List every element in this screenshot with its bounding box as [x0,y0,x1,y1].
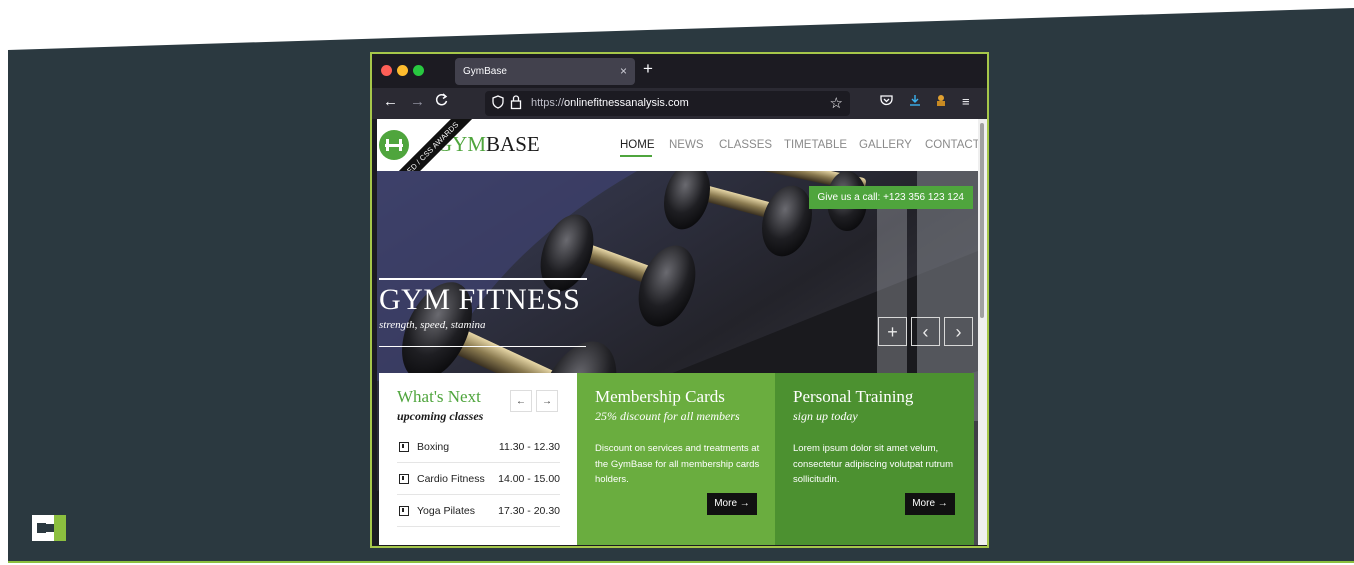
slider-plus-button[interactable]: + [878,317,907,346]
tab-gymbase[interactable]: GymBase × [455,58,635,85]
classes-next-button[interactable]: → [536,390,558,412]
membership-title: Membership Cards [595,387,725,406]
nav-contact[interactable]: CONTACT [925,139,978,151]
class-time: 17.30 - 20.30 [498,505,560,517]
close-window-button[interactable] [381,65,392,76]
reload-icon[interactable] [435,93,448,111]
page-scrollbar[interactable] [978,119,987,545]
membership-text: Discount on services and treatments at t… [595,443,760,485]
menu-hamburger-icon[interactable]: ≡ [962,94,970,109]
dumbbell-logo-icon[interactable] [379,130,409,160]
url-bar[interactable]: https://onlinefitnessanalysis.com ☆ [485,91,850,116]
new-tab-button[interactable]: + [643,59,653,79]
back-arrow-icon[interactable]: ← [383,93,398,110]
nav-classes[interactable]: CLASSES [719,139,772,151]
training-text: Lorem ipsum dolor sit amet velum, consec… [793,443,953,485]
slider-prev-button[interactable]: ‹ [911,317,940,346]
navigation-bar: ← → https://onlinefitnessanalysis.com ☆ … [372,88,987,119]
hero-top-rule [379,278,587,280]
tab-close-icon[interactable]: × [620,64,627,78]
class-time: 11.30 - 12.30 [498,441,560,453]
extension-icon[interactable] [935,94,947,110]
membership-subtitle: 25% discount for all members [595,409,740,423]
url-text: https://onlinefitnessanalysis.com [531,97,689,109]
classes-prev-button[interactable]: ← [510,390,532,412]
site-header: GYMBASE FEATURED / CSS AWARDS HOME NEWS … [377,119,978,217]
download-icon[interactable] [909,94,921,110]
membership-box: Membership Cards 25% discount for all me… [577,373,775,545]
hero-bottom-rule [379,346,586,347]
nav-timetable[interactable]: TIMETABLE [784,139,847,151]
training-more-button[interactable]: More → [905,493,955,515]
lock-icon[interactable] [510,94,522,115]
whats-next-box: What's Next upcoming classes ← → Boxing … [379,373,577,545]
clock-icon [399,474,409,484]
training-box: Personal Training sign up today Lorem ip… [775,373,974,545]
active-nav-underline [620,155,652,157]
bottom-accent-line [8,561,1354,563]
tracking-shield-icon[interactable] [492,95,504,112]
nav-home[interactable]: HOME [620,139,655,151]
brand-logo [32,515,66,541]
forward-arrow-icon[interactable]: → [410,93,425,110]
call-us-badge[interactable]: Give us a call: +123 356 123 124 [808,186,973,209]
url-protocol: https:// [531,97,565,109]
nav-news[interactable]: NEWS [669,139,704,151]
hero-title: GYM FITNESS [379,283,581,316]
scrollbar-thumb[interactable] [980,123,984,318]
training-subtitle: sign up today [793,409,858,423]
class-name: Yoga Pilates [417,505,475,517]
class-time: 14.00 - 15.00 [498,473,560,485]
site-logo-base: BASE [486,132,540,156]
web-page: GYMBASE FEATURED / CSS AWARDS HOME NEWS … [377,119,978,545]
class-row[interactable]: Cardio Fitness 14.00 - 15.00 [397,463,560,495]
class-name: Boxing [417,441,450,453]
pocket-icon[interactable] [880,94,893,109]
minimize-window-button[interactable] [397,65,408,76]
membership-more-button[interactable]: More → [707,493,757,515]
hero-subtitle: strength, speed, stamina [379,319,486,331]
nav-gallery[interactable]: GALLERY [859,139,912,151]
class-row[interactable]: Boxing 11.30 - 12.30 [397,431,560,463]
bookmark-star-icon[interactable]: ☆ [830,94,843,112]
whats-next-subtitle: upcoming classes [397,409,484,423]
clock-icon [399,506,409,516]
browser-window: GymBase × + ← → https://onlinefitnessana… [370,52,989,548]
url-host: onlinefitnessanalysis.com [564,97,689,109]
slider-next-button[interactable]: › [944,317,973,346]
class-name: Cardio Fitness [417,473,485,485]
tab-title: GymBase [463,66,507,77]
training-title: Personal Training [793,387,914,406]
whats-next-title: What's Next [397,387,481,406]
maximize-window-button[interactable] [413,65,424,76]
class-row[interactable]: Yoga Pilates 17.30 - 20.30 [397,495,560,527]
clock-icon [399,442,409,452]
tab-bar: GymBase × + [372,54,987,88]
